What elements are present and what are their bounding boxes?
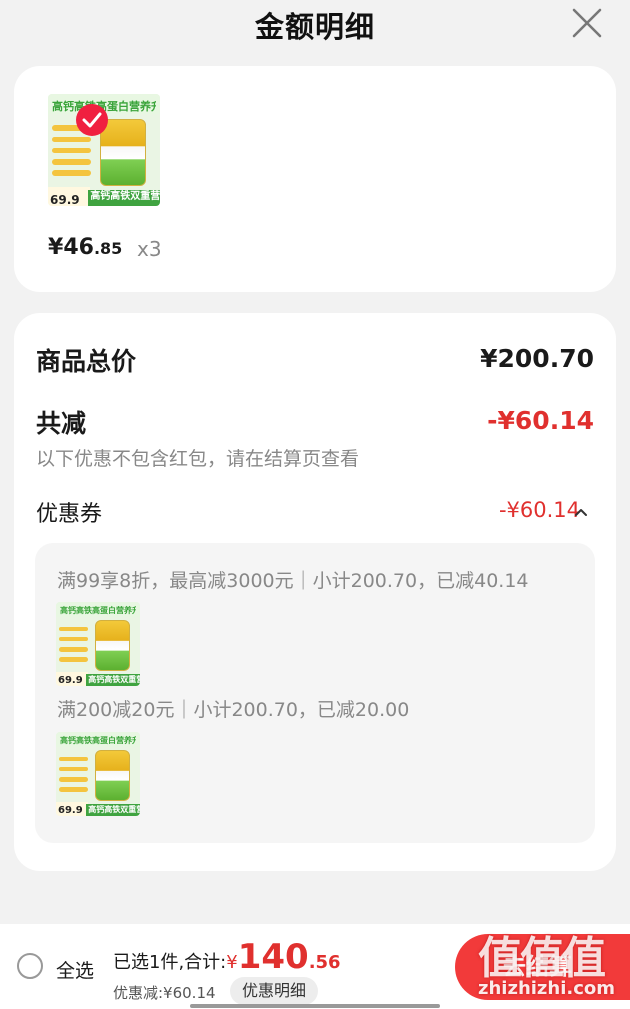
coupon-product-image: 高钙高铁高蛋白营养升级 69.9 高钙高铁双重营养 xyxy=(56,602,140,686)
total-price-label: 商品总价 xyxy=(36,347,137,376)
image-decoration xyxy=(52,136,91,143)
coupon-value[interactable]: -¥60.14 xyxy=(499,498,580,522)
select-all-label[interactable]: 全选 xyxy=(56,956,94,983)
select-all-radio[interactable] xyxy=(17,953,43,979)
price-symbol: ¥ xyxy=(48,235,64,260)
total-summary: 已选1件,合计:¥140.56 xyxy=(113,937,341,977)
unit-price: ¥46.85 xyxy=(48,235,122,260)
price-decimal: .85 xyxy=(93,239,123,258)
total-currency: ¥ xyxy=(226,952,238,973)
checkout-button[interactable]: 去结算 xyxy=(455,934,630,1000)
image-decoration xyxy=(59,767,88,772)
image-decoration xyxy=(59,647,88,652)
coupon-product-image: 高钙高铁高蛋白营养升级 69.9 高钙高铁双重营养 xyxy=(56,732,140,816)
coupon-rule-text: 满99享8折，最高减3000元｜小计200.70，已减40.14 xyxy=(57,570,529,592)
image-decoration xyxy=(52,147,91,154)
discount-note: 以下优惠不包含红包，请在结算页查看 xyxy=(36,448,360,470)
image-badge-price: 69.9 xyxy=(56,671,89,686)
modal-header: 金额明细 xyxy=(0,0,630,52)
image-decoration xyxy=(52,158,91,165)
total-price-value: ¥200.70 xyxy=(480,344,594,373)
reduce-value: -¥60.14 xyxy=(487,406,594,435)
coupon-rule-text: 满200减20元｜小计200.70，已减20.00 xyxy=(57,699,410,721)
image-bottom-text: 高钙高铁双重营养 xyxy=(86,674,140,686)
image-title: 高钙高铁高蛋白营养升级 xyxy=(60,736,136,746)
product-can xyxy=(99,118,147,186)
reduce-label: 共减 xyxy=(36,409,87,438)
image-decoration xyxy=(59,627,88,632)
total-decimal: .56 xyxy=(308,952,341,973)
selected-label: 已选1件,合计: xyxy=(113,952,227,973)
price-integer: 46 xyxy=(63,235,94,260)
image-bottom-text: 高钙高铁双重营养 xyxy=(86,804,140,816)
product-can xyxy=(94,750,131,802)
image-badge-price: 69.9 xyxy=(48,186,91,206)
image-decoration xyxy=(59,657,88,662)
discount-detail-button[interactable]: 优惠明细 xyxy=(230,977,318,1005)
discount-text: 优惠减:¥60.14 xyxy=(113,984,216,1002)
close-icon[interactable] xyxy=(570,6,604,40)
image-decoration xyxy=(52,170,91,176)
product-can xyxy=(94,620,131,672)
image-decoration xyxy=(59,777,88,782)
image-title: 高钙高铁高蛋白营养升级 xyxy=(60,606,136,616)
image-decoration xyxy=(59,637,88,642)
image-decoration xyxy=(59,787,88,792)
coupon-label: 优惠券 xyxy=(36,502,103,527)
total-integer: 140 xyxy=(237,937,309,977)
chevron-up-icon[interactable] xyxy=(574,504,588,518)
image-decoration xyxy=(59,757,88,762)
image-badge-price: 69.9 xyxy=(56,801,89,816)
image-bottom-text: 高钙高铁双重营养 xyxy=(88,190,160,206)
check-badge-icon xyxy=(76,104,108,136)
quantity: x3 xyxy=(137,237,162,261)
home-indicator xyxy=(190,1004,440,1008)
page-title: 金额明细 xyxy=(254,10,375,44)
